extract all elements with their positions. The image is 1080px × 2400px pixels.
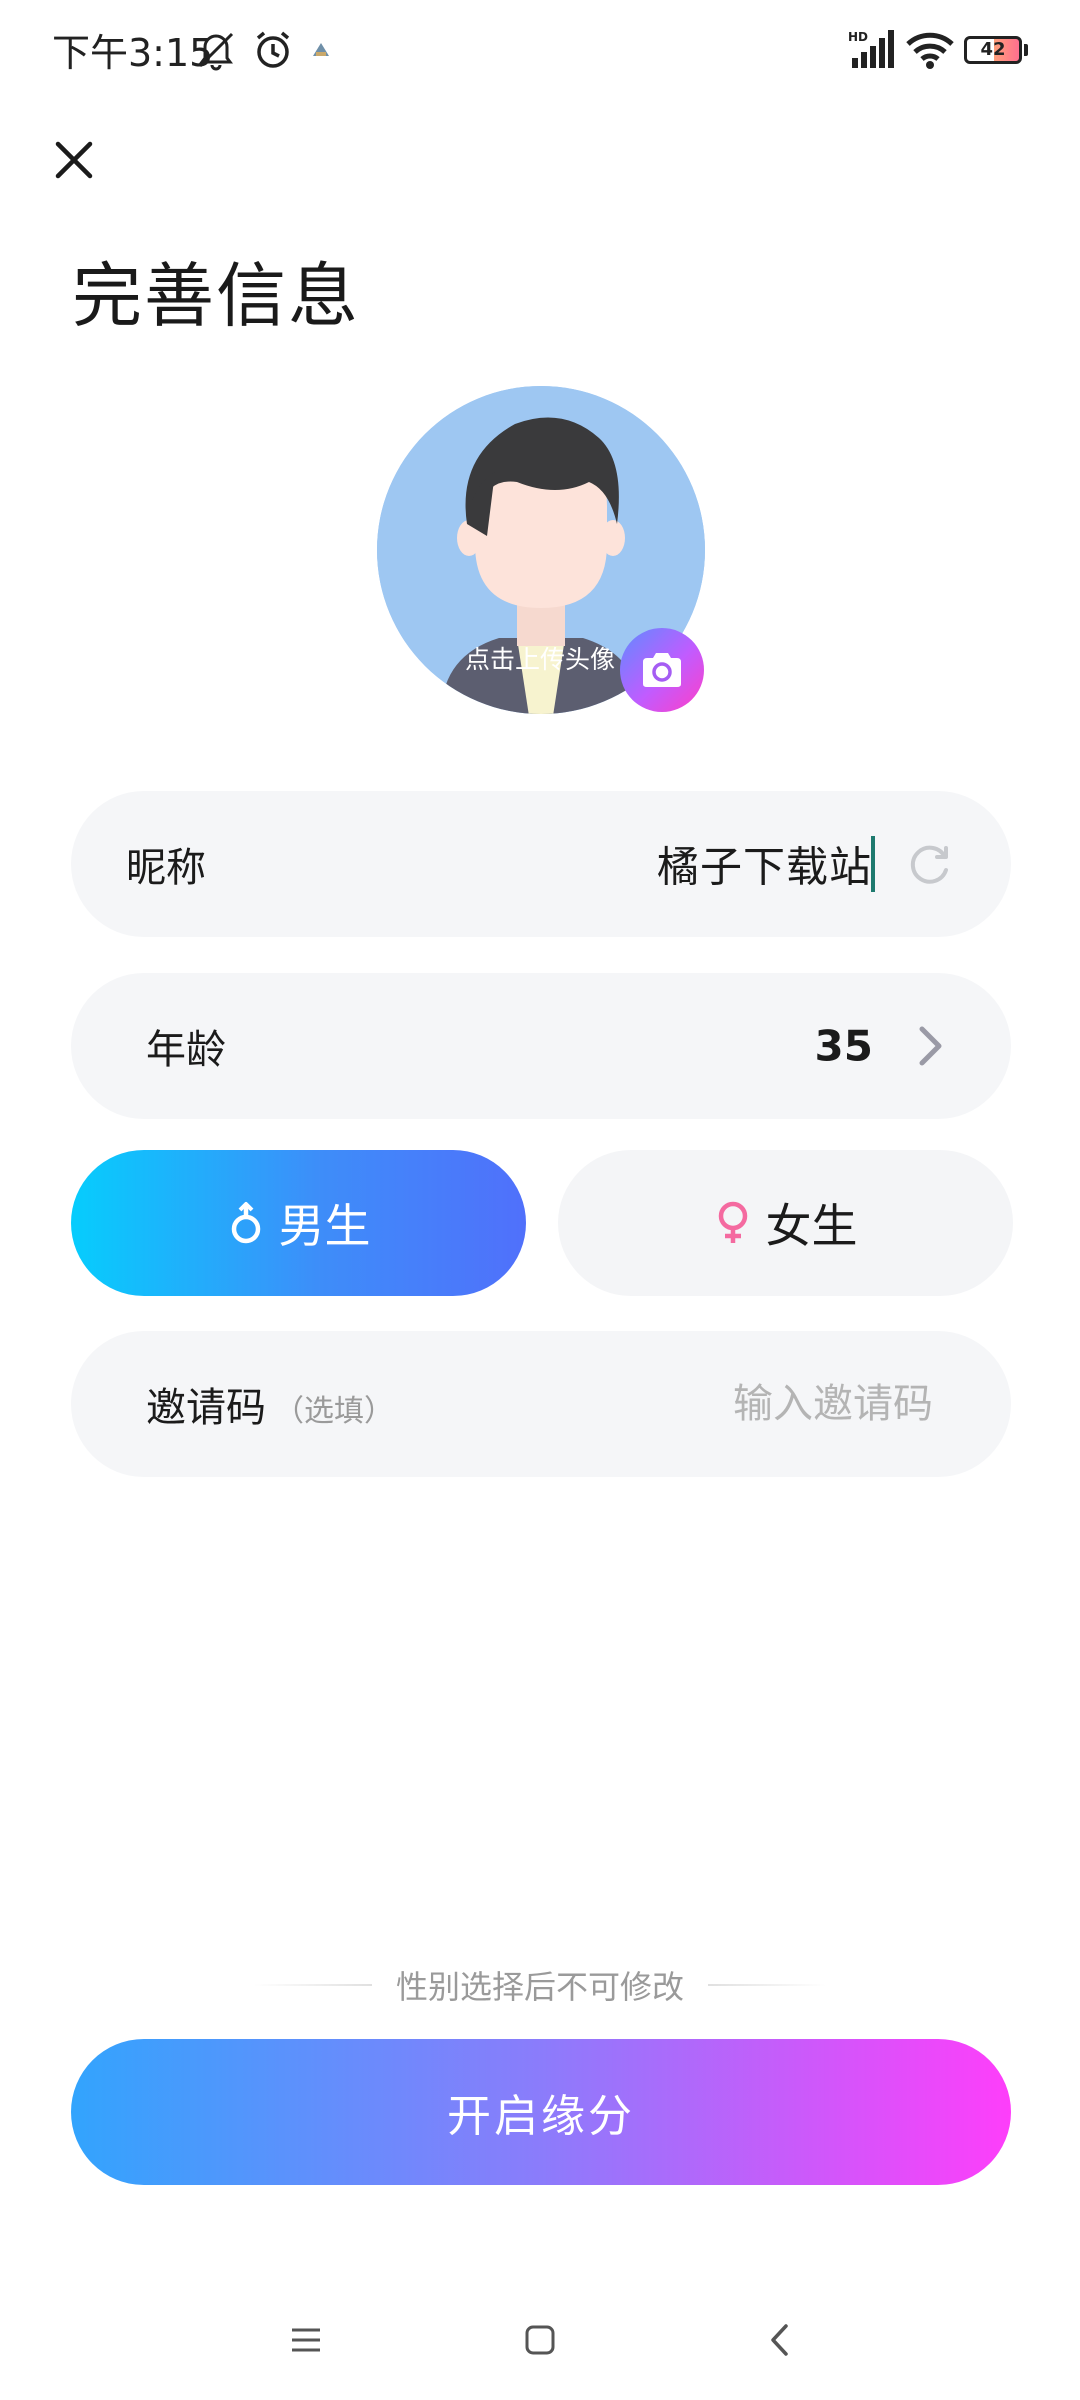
signal-icon: HD — [846, 26, 898, 74]
female-button[interactable]: 女生 — [558, 1150, 1013, 1296]
nickname-row[interactable]: 昵称 橘子下载站 — [71, 791, 1011, 937]
battery-level: 42 — [980, 39, 1006, 60]
invite-optional-hint: （选填） — [274, 1394, 394, 1429]
divider-left — [253, 1984, 372, 1986]
gender-notice: 性别选择后不可修改 — [0, 1962, 1080, 2008]
back-button[interactable] — [750, 2310, 810, 2370]
menu-icon — [292, 2328, 320, 2352]
age-value: 35 — [814, 1021, 873, 1071]
status-bar: 下午3:15 HD 42 — [0, 0, 1080, 100]
alarm-icon — [250, 26, 296, 74]
battery-icon: 42 — [962, 26, 1030, 74]
network-label: HD — [848, 30, 868, 44]
male-label: 男生 — [278, 1199, 371, 1253]
status-time: 下午3:15 — [52, 31, 214, 75]
text-caret — [871, 836, 875, 892]
camera-icon — [643, 653, 681, 687]
close-icon — [55, 141, 93, 179]
wifi-icon — [904, 26, 956, 74]
avatar-upload-caption: 点击上传头像 — [464, 645, 615, 674]
age-row[interactable]: 年龄 35 — [71, 973, 1011, 1119]
female-icon — [718, 1201, 747, 1243]
age-label: 年龄 — [146, 1027, 226, 1073]
refresh-icon[interactable] — [905, 839, 955, 889]
male-icon — [231, 1202, 260, 1244]
chevron-right-icon — [915, 1023, 945, 1069]
home-button[interactable] — [510, 2310, 570, 2370]
nickname-label: 昵称 — [126, 845, 206, 891]
invite-code-input[interactable] — [593, 1381, 933, 1427]
nickname-input[interactable]: 橘子下载站 — [657, 834, 872, 895]
home-icon — [525, 2325, 555, 2355]
start-button[interactable]: 开启缘分 — [71, 2039, 1011, 2185]
camera-button[interactable] — [620, 628, 704, 712]
female-label: 女生 — [765, 1199, 858, 1253]
back-icon — [771, 2324, 788, 2356]
invite-code-row[interactable]: 邀请码 （选填） — [71, 1331, 1011, 1477]
divider-right — [708, 1984, 826, 1986]
app-notification-icon — [306, 26, 336, 74]
gender-notice-text: 性别选择后不可修改 — [395, 1968, 684, 2006]
menu-button[interactable] — [276, 2310, 336, 2370]
invite-code-label: 邀请码 （选填） — [146, 1375, 394, 1433]
mute-icon — [193, 26, 239, 74]
close-button[interactable] — [50, 136, 98, 184]
male-button[interactable]: 男生 — [71, 1150, 526, 1296]
invite-code-label-text: 邀请码 — [146, 1385, 266, 1431]
page-title: 完善信息 — [72, 255, 360, 337]
